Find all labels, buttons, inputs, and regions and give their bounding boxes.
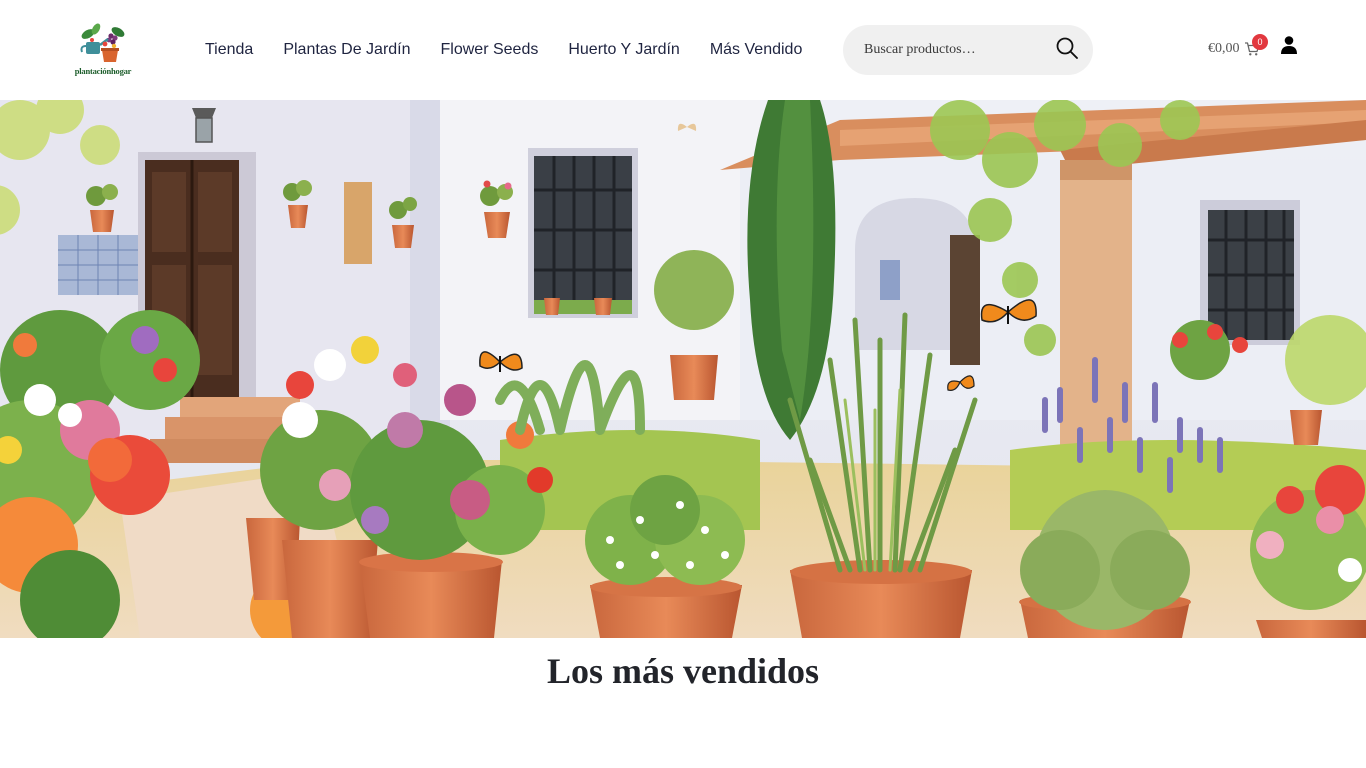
cart-total: €0,00	[1208, 41, 1240, 56]
cart-count-badge: 0	[1252, 34, 1268, 50]
site-logo[interactable]: plantaciónhogar	[70, 22, 136, 78]
nav-item-plantas-de-jardin[interactable]: Plantas De Jardín	[283, 38, 410, 62]
search-box	[843, 25, 1093, 75]
nav-item-mas-vendido[interactable]: Más Vendido	[710, 38, 803, 62]
logo-text: plantaciónhogar	[74, 66, 132, 76]
account-button[interactable]	[1279, 35, 1299, 55]
nav-item-huerto-y-jardin[interactable]: Huerto Y Jardín	[568, 38, 679, 62]
logo-emblem-icon	[80, 23, 125, 62]
nav-item-flower-seeds[interactable]: Flower Seeds	[441, 38, 539, 62]
site-header: plantaciónhogar Tienda Plantas De Jardín…	[0, 0, 1366, 100]
nav-item-tienda[interactable]: Tienda	[205, 38, 253, 62]
hero-garden-illustration	[0, 100, 1366, 638]
search-button[interactable]	[1055, 36, 1083, 64]
user-icon	[1281, 36, 1297, 54]
main-nav: Tienda Plantas De Jardín Flower Seeds Hu…	[205, 38, 802, 62]
search-input[interactable]	[843, 25, 1043, 75]
bestsellers-heading: Los más vendidos	[546, 651, 820, 691]
hero-banner	[0, 100, 1366, 638]
search-icon	[1056, 37, 1078, 59]
